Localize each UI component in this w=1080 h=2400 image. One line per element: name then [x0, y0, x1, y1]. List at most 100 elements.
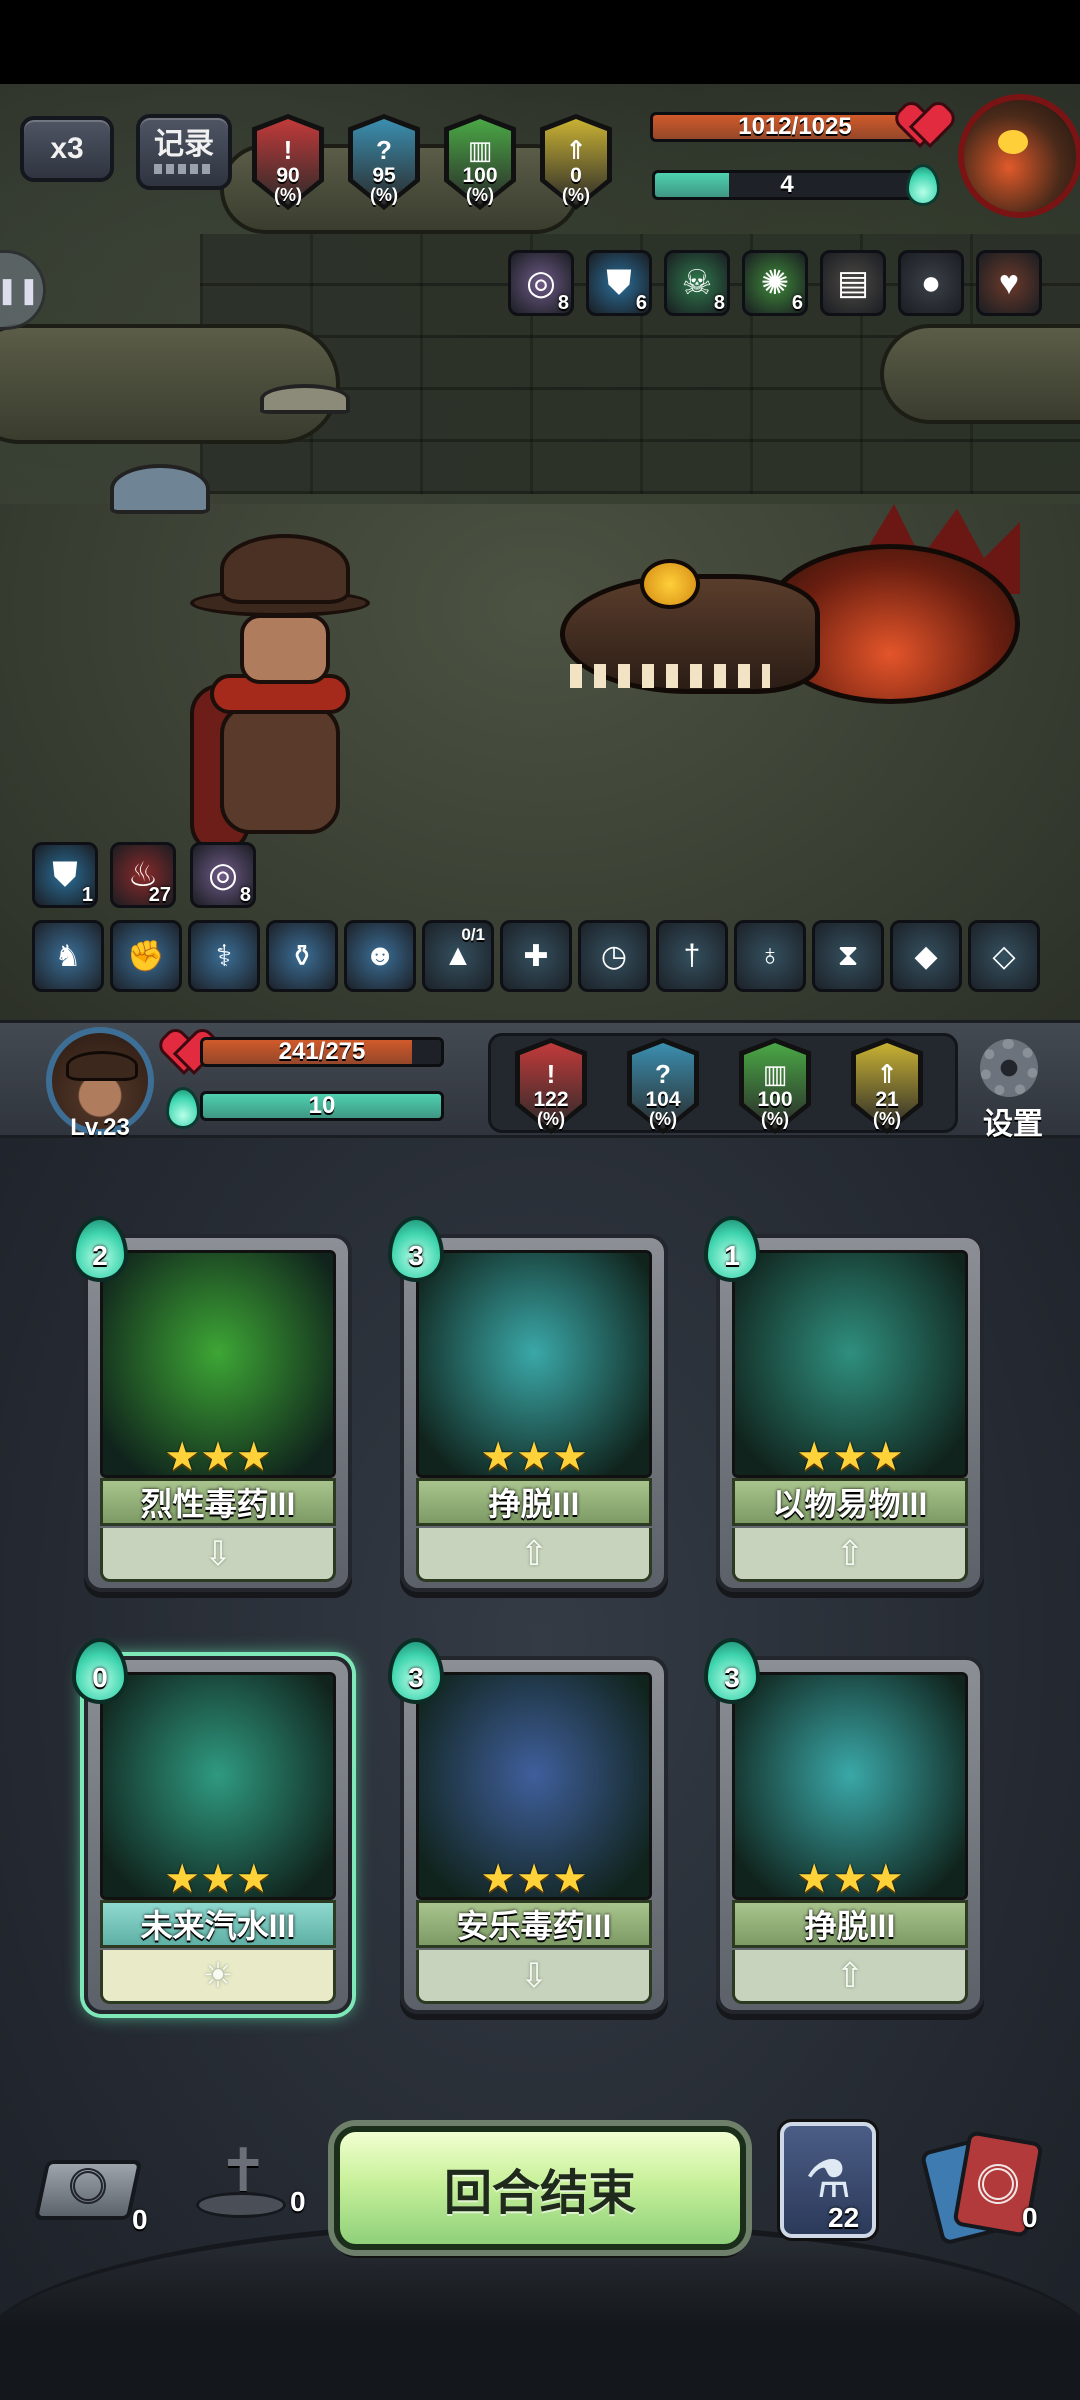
- relic-glyph: ⧗: [837, 939, 859, 972]
- enemy-stat-value: 100: [462, 164, 498, 187]
- bomb-icon[interactable]: ●: [898, 250, 964, 316]
- player-stat-icon: ?: [655, 1059, 671, 1089]
- pouch-icon[interactable]: ♁: [734, 920, 806, 992]
- discard-pile[interactable]: 0: [919, 2130, 1060, 2246]
- card-stars: ★★★: [480, 1857, 588, 1901]
- buff-count: 1: [81, 884, 93, 906]
- cross-bandage-icon[interactable]: ✚: [500, 920, 572, 992]
- player-stat: ! 122 (%): [515, 1038, 587, 1134]
- card-action-icon: ☀: [100, 1950, 336, 2004]
- player-stat-unit: (%): [761, 1109, 789, 1129]
- enemy-stat-unit: (%): [274, 185, 302, 205]
- buff-glyph: ♥: [998, 263, 1020, 302]
- witch-hat-icon[interactable]: ▲ 0/1: [422, 920, 494, 992]
- enemy-stat-unit: (%): [562, 185, 590, 205]
- card-name: 以物易物III: [732, 1478, 968, 1526]
- record-button[interactable]: 记录: [136, 114, 232, 190]
- buff-glyph: ◎: [208, 856, 238, 894]
- stopwatch-icon[interactable]: ◷: [578, 920, 650, 992]
- speed-button[interactable]: x3: [20, 116, 114, 182]
- card-cost: 1: [704, 1216, 760, 1282]
- poison-splash-icon[interactable]: ✺ 6: [742, 250, 808, 316]
- player-stats: ! 122 (%)? 104 (%) ▥ 100 (%) ⇑ 21 (%): [488, 1033, 958, 1134]
- card-stars: ★★★: [164, 1857, 272, 1901]
- fist-relic-icon[interactable]: ✊: [110, 920, 182, 992]
- player-stat-unit: (%): [649, 1109, 677, 1129]
- bleed-icon[interactable]: ♨ 27: [110, 842, 176, 908]
- relic-glyph: ◆: [914, 939, 938, 973]
- hero-character: [190, 534, 370, 864]
- buff-glyph: ⛊: [606, 263, 632, 302]
- buff-glyph: ☠: [681, 264, 713, 302]
- dragon-enemy[interactable]: [560, 504, 1060, 764]
- skill-card[interactable]: ★★★ 烈性毒药III ⇩ 2: [72, 1216, 352, 1592]
- caduceus-relic-icon[interactable]: ⚕: [188, 920, 260, 992]
- card-name: 安乐毒药III: [416, 1900, 652, 1948]
- grave-mound: [196, 2192, 286, 2218]
- card-name: 未来汽水III: [100, 1900, 336, 1948]
- energy-flame-icon: [906, 164, 940, 206]
- crystal-icon[interactable]: ◇: [968, 920, 1040, 992]
- vortex-icon[interactable]: ◎ 8: [508, 250, 574, 316]
- card-cost-value: 2: [92, 1240, 108, 1271]
- card-cost-value: 3: [408, 1240, 424, 1271]
- relic-glyph: ☻: [364, 939, 396, 972]
- skill-card[interactable]: ★★★ 以物易物III ⇧ 1: [704, 1216, 984, 1592]
- card-cost: 3: [704, 1638, 760, 1704]
- card-cost-value: 3: [408, 1662, 424, 1693]
- player-stat-unit: (%): [873, 1109, 901, 1129]
- settings-button[interactable]: 设置: [968, 1099, 1058, 1143]
- dragon-relic-icon[interactable]: ♞: [32, 920, 104, 992]
- demon-relic-icon[interactable]: ☻: [344, 920, 416, 992]
- card-cost-value: 0: [92, 1662, 108, 1693]
- buff-count: 8: [557, 292, 569, 314]
- relic-glyph: ✚: [523, 939, 549, 973]
- enemy-stat-value: 0: [570, 164, 582, 187]
- skill-card[interactable]: ★★★ 挣脱III ⇧ 3: [388, 1216, 668, 1592]
- skill-card[interactable]: ★★★ 安乐毒药III ⇩ 3: [388, 1638, 668, 2014]
- book-icon[interactable]: ▤: [820, 250, 886, 316]
- player-stat-value: 21: [875, 1088, 899, 1111]
- player-stat-icon: ⇑: [876, 1059, 898, 1089]
- buff-glyph: ⛊: [52, 855, 78, 894]
- cowboy-hat-icon: [66, 1051, 138, 1081]
- player-stat-icon: !: [546, 1059, 556, 1089]
- player-energy-bar: 10: [200, 1091, 444, 1121]
- fire-heart-icon[interactable]: ♥: [976, 250, 1042, 316]
- potion-relic-icon[interactable]: ⚱: [266, 920, 338, 992]
- relic-glyph: †: [683, 939, 701, 972]
- shield-icon[interactable]: ⛊ 6: [586, 250, 652, 316]
- card-cost: 3: [388, 1638, 444, 1704]
- potion-deck[interactable]: ⚗ 22: [780, 2122, 876, 2238]
- gear-icon[interactable]: [980, 1039, 1038, 1097]
- player-status-strip: 241/275 10 ! 122 (%)? 104 (%) ▥ 100 (%) ⇑ 21 (%) 设…: [0, 1020, 1080, 1141]
- card-cost-value: 3: [724, 1662, 740, 1693]
- skull-icon[interactable]: ☠ 8: [664, 250, 730, 316]
- dagger-icon[interactable]: †: [656, 920, 728, 992]
- relic-glyph: ♁: [758, 939, 782, 972]
- player-stat: ⇑ 21 (%): [851, 1038, 923, 1134]
- grave-pile[interactable]: ✝ 0: [196, 2136, 306, 2226]
- card-action-glyph: ⇩: [519, 1956, 549, 1995]
- buff-count: 27: [148, 884, 171, 906]
- shield-icon[interactable]: ⛊ 1: [32, 842, 98, 908]
- vortex-icon[interactable]: ◎ 8: [190, 842, 256, 908]
- enemy-stat-unit: (%): [370, 185, 398, 205]
- buff-count: 6: [635, 292, 647, 314]
- card-action-glyph: ⇩: [203, 1534, 233, 1573]
- tree-root: [880, 324, 1080, 424]
- player-stat-unit: (%): [537, 1109, 565, 1129]
- end-turn-button[interactable]: 回合结束: [334, 2126, 746, 2250]
- enemy-portrait[interactable]: [958, 94, 1080, 218]
- mushroom: [110, 464, 210, 514]
- green-orb-icon[interactable]: ◆: [890, 920, 962, 992]
- draw-pile[interactable]: 0: [33, 2160, 148, 2235]
- card-stars: ★★★: [164, 1435, 272, 1479]
- hourglass-icon[interactable]: ⧗: [812, 920, 884, 992]
- enemy-stat-value: 90: [276, 164, 300, 187]
- player-stat-icon: ▥: [762, 1059, 788, 1089]
- skill-card[interactable]: ★★★ 挣脱III ⇧ 3: [704, 1638, 984, 2014]
- card-cost: 3: [388, 1216, 444, 1282]
- card-action-icon: ⇧: [732, 1950, 968, 2004]
- skill-card[interactable]: ★★★ 未来汽水III ☀ 0: [72, 1638, 352, 2014]
